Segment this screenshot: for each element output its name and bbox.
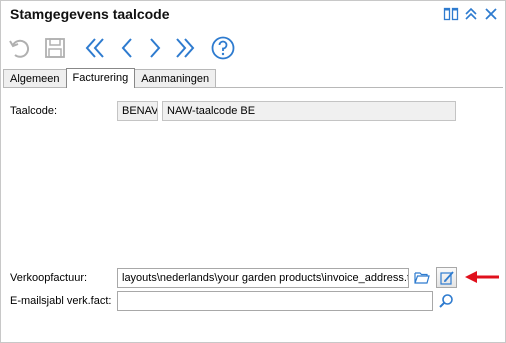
previous-record-icon[interactable] <box>113 34 141 62</box>
tab-algemeen[interactable]: Algemeen <box>3 69 67 88</box>
open-folder-icon[interactable] <box>412 268 432 288</box>
taalcode-label: Taalcode: <box>10 105 58 117</box>
verkoopfactuur-input[interactable]: layouts\nederlands\your garden products\… <box>117 268 409 288</box>
emailsjabl-input[interactable] <box>117 291 433 311</box>
help-icon[interactable] <box>209 34 237 62</box>
collapse-up-icon[interactable] <box>463 6 479 22</box>
verkoopfactuur-label: Verkoopfactuur: <box>10 272 88 284</box>
emailsjabl-label: E-mailsjabl verk.fact: <box>10 295 112 307</box>
edit-file-icon[interactable] <box>436 267 457 288</box>
taalcode-code-field: BENAV <box>117 101 158 121</box>
close-icon[interactable] <box>483 6 499 22</box>
toolbar <box>1 31 505 65</box>
window: Stamgegevens taalcode Algemeen Factureri… <box>0 0 506 343</box>
tab-facturering[interactable]: Facturering <box>65 68 136 88</box>
window-title: Stamgegevens taalcode <box>10 6 170 22</box>
title-bar: Stamgegevens taalcode <box>1 1 505 29</box>
first-record-icon[interactable] <box>81 34 109 62</box>
taalcode-description-field: NAW-taalcode BE <box>162 101 456 121</box>
window-controls <box>443 6 499 22</box>
split-view-icon[interactable] <box>443 6 459 22</box>
red-arrow-annotation <box>463 269 503 285</box>
next-record-icon[interactable] <box>141 34 169 62</box>
search-icon[interactable] <box>436 291 456 311</box>
tab-strip: Algemeen Facturering Aanmaningen <box>3 68 217 88</box>
undo-icon[interactable] <box>5 34 33 62</box>
last-record-icon[interactable] <box>171 34 199 62</box>
tab-aanmaningen[interactable]: Aanmaningen <box>134 69 217 88</box>
save-icon[interactable] <box>41 34 69 62</box>
